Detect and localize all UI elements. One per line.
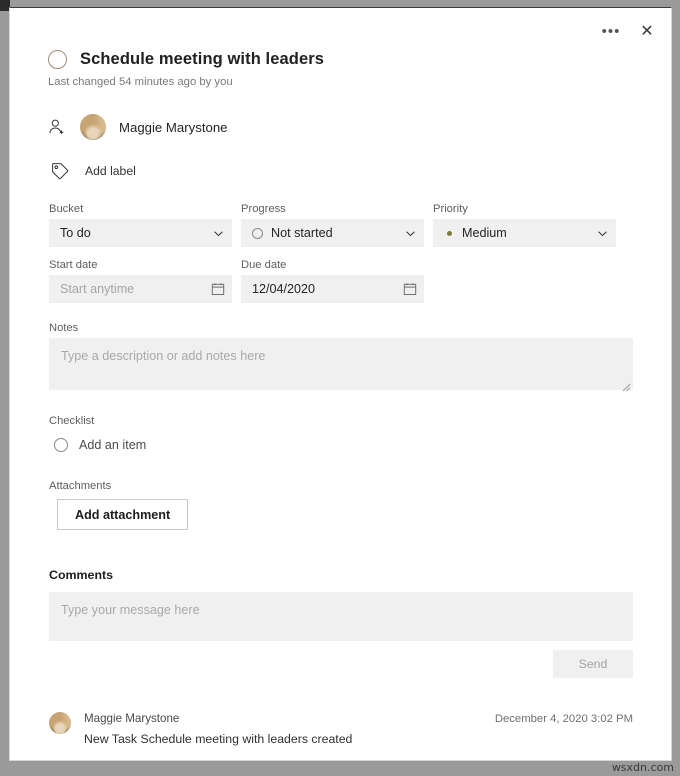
start-date-value: Start anytime — [60, 282, 135, 296]
chevron-down-icon — [212, 227, 225, 240]
send-row: Send — [49, 650, 633, 678]
checklist-add-item-label: Add an item — [79, 438, 147, 452]
task-complete-checkbox[interactable] — [48, 50, 67, 69]
send-button[interactable]: Send — [553, 650, 633, 678]
due-date-label: Due date — [241, 259, 287, 271]
checklist-section: Checklist Add an item — [10, 415, 671, 452]
add-person-icon[interactable] — [48, 115, 74, 139]
due-date-value: 12/04/2020 — [252, 282, 316, 296]
priority-dot-icon — [447, 230, 452, 236]
activity-header: Maggie Marystone December 4, 2020 3:02 P… — [84, 712, 633, 725]
panel-content: Schedule meeting with leaders Last chang… — [10, 8, 671, 746]
add-label-text: Add label — [85, 164, 136, 178]
resize-handle[interactable] — [621, 379, 631, 392]
task-details-panel: ••• ✕ Schedule meeting with leaders Last… — [9, 7, 672, 761]
activity-body: Maggie Marystone December 4, 2020 3:02 P… — [84, 712, 633, 746]
activity-section: Maggie Marystone December 4, 2020 3:02 P… — [10, 712, 671, 746]
checklist-label: Checklist — [49, 415, 95, 427]
notes-section: Notes Type a description or add notes he… — [10, 322, 671, 392]
due-date-input[interactable]: 12/04/2020 — [241, 275, 424, 303]
assignee-avatar — [80, 114, 106, 140]
priority-label: Priority — [433, 203, 468, 215]
priority-field: Priority Medium — [433, 203, 616, 247]
add-attachment-button[interactable]: Add attachment — [57, 499, 189, 530]
progress-label: Progress — [241, 203, 286, 215]
bucket-field: Bucket To do — [49, 203, 232, 247]
activity-avatar — [49, 712, 71, 734]
bucket-dropdown[interactable]: To do — [49, 219, 232, 247]
progress-status-icon — [252, 227, 263, 239]
activity-text: New Task Schedule meeting with leaders c… — [84, 732, 353, 746]
notes-textarea[interactable]: Type a description or add notes here — [49, 338, 633, 392]
progress-field: Progress Not started — [241, 203, 424, 247]
start-date-label: Start date — [49, 259, 98, 271]
comment-placeholder: Type your message here — [61, 603, 200, 617]
attachments-section: Attachments Add attachment — [10, 480, 671, 530]
chevron-down-icon — [404, 227, 417, 240]
bucket-value: To do — [60, 226, 91, 240]
checklist-item-circle-icon — [54, 438, 68, 452]
bucket-label: Bucket — [49, 203, 84, 215]
comments-section: Comments Type your message here Send — [10, 568, 671, 678]
screenshot-root: ••• ✕ Schedule meeting with leaders Last… — [0, 0, 680, 776]
add-label-row[interactable]: Add label — [50, 161, 136, 181]
attachments-label: Attachments — [49, 480, 112, 492]
progress-dropdown[interactable]: Not started — [241, 219, 424, 247]
notes-placeholder: Type a description or add notes here — [61, 349, 266, 363]
chevron-down-icon — [596, 227, 609, 240]
assignee-name: Maggie Marystone — [119, 119, 228, 135]
comment-input[interactable]: Type your message here — [49, 592, 633, 641]
priority-dropdown[interactable]: Medium — [433, 219, 616, 247]
fields-row-2: Start date Start anytime Due date 12/04/… — [10, 259, 671, 303]
watermark: wsxdn.com — [611, 761, 674, 774]
progress-value: Not started — [271, 226, 333, 240]
tag-icon — [50, 161, 70, 181]
activity-item: Maggie Marystone December 4, 2020 3:02 P… — [49, 712, 633, 746]
notes-label: Notes — [49, 322, 79, 334]
page-title: Schedule meeting with leaders — [80, 50, 325, 68]
start-date-field: Start date Start anytime — [49, 259, 232, 303]
priority-value: Medium — [462, 226, 507, 240]
due-date-field: Due date 12/04/2020 — [241, 259, 424, 303]
fields-row-1: Bucket To do Progress Not started Priori… — [10, 203, 671, 247]
checklist-add-item[interactable]: Add an item — [54, 438, 146, 452]
activity-timestamp: December 4, 2020 3:02 PM — [494, 713, 633, 725]
task-title-row: Schedule meeting with leaders — [10, 50, 671, 69]
start-date-input[interactable]: Start anytime — [49, 275, 232, 303]
assignee-row[interactable]: Maggie Marystone — [48, 114, 671, 140]
activity-author: Maggie Marystone — [84, 712, 180, 725]
calendar-icon[interactable] — [403, 282, 417, 296]
last-changed-text: Last changed 54 minutes ago by you — [48, 76, 233, 88]
comments-title: Comments — [49, 568, 114, 582]
calendar-icon[interactable] — [211, 282, 225, 296]
